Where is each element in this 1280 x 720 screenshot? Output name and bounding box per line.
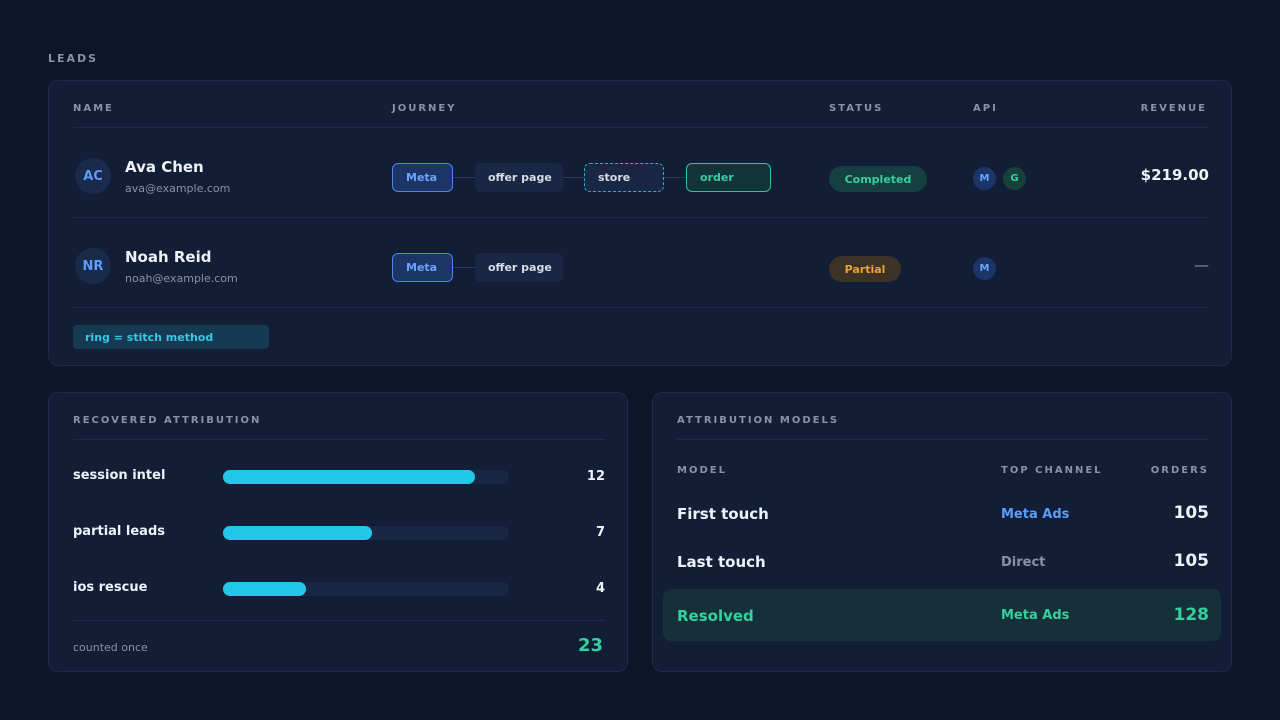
model-row-last-touch[interactable]: Last touch Direct 105 (663, 541, 1221, 593)
column-header-model[interactable]: MODEL (677, 465, 727, 476)
lead-name: Noah Reid (125, 248, 212, 266)
column-header-journey[interactable]: JOURNEY (392, 103, 456, 114)
journey-step-meta[interactable]: Meta (392, 253, 453, 282)
bar-track (223, 526, 509, 540)
revenue-value: — (1194, 256, 1209, 274)
bar-fill (223, 470, 475, 484)
lead-email: noah@example.com (125, 272, 238, 285)
recovered-attribution-card: RECOVERED ATTRIBUTION session intel 12 p… (48, 392, 628, 672)
api-badge-meta: M (973, 167, 996, 190)
orders-count: 105 (1173, 551, 1210, 571)
bar-track (223, 582, 509, 596)
bar-track (223, 470, 509, 484)
bar-value: 12 (586, 469, 605, 484)
bar-fill (223, 582, 306, 596)
recovered-total: 23 (577, 635, 603, 656)
top-channel: Meta Ads (1001, 507, 1070, 522)
status-badge: Partial (829, 256, 901, 282)
top-channel: Direct (1001, 555, 1046, 570)
attribution-models-card: ATTRIBUTION MODELS MODEL TOP CHANNEL ORD… (652, 392, 1232, 672)
recovered-attribution-title: RECOVERED ATTRIBUTION (73, 415, 262, 426)
leads-section-title: LEADS (48, 52, 99, 65)
model-name: Resolved (677, 607, 754, 625)
bar-value: 4 (595, 581, 605, 596)
column-header-api[interactable]: API (973, 103, 998, 114)
api-badge-google: G (1003, 167, 1026, 190)
footer-divider (73, 620, 605, 621)
title-divider (73, 439, 605, 440)
table-row[interactable]: AC Ava Chen ava@example.com Meta offer p… (73, 128, 1209, 218)
bar-fill (223, 526, 372, 540)
journey-step-meta[interactable]: Meta (392, 163, 453, 192)
attribution-bar-row: partial leads 7 (73, 524, 605, 544)
avatar: NR (75, 248, 111, 284)
attribution-bar-row: ios rescue 4 (73, 580, 605, 600)
column-header-name[interactable]: NAME (73, 103, 114, 114)
lead-email: ava@example.com (125, 182, 231, 195)
column-header-top-channel[interactable]: TOP CHANNEL (1001, 465, 1103, 476)
attribution-bar-row: session intel 12 (73, 468, 605, 488)
journey-step-offer-page[interactable]: offer page (475, 253, 563, 282)
top-channel: Meta Ads (1001, 608, 1070, 623)
bar-value: 7 (595, 525, 605, 540)
title-divider (677, 439, 1209, 440)
bar-label: partial leads (73, 524, 166, 539)
model-row-first-touch[interactable]: First touch Meta Ads 105 (663, 493, 1221, 545)
orders-count: 105 (1173, 503, 1210, 523)
journey-step-order[interactable]: order (686, 163, 771, 192)
api-badge-meta: M (973, 257, 996, 280)
model-name: First touch (677, 505, 769, 523)
attribution-models-title: ATTRIBUTION MODELS (677, 415, 840, 426)
column-header-revenue[interactable]: REVENUE (1141, 103, 1207, 114)
lead-name: Ava Chen (125, 158, 204, 176)
row-divider (73, 307, 1209, 308)
avatar: AC (75, 158, 111, 194)
counted-once-label: counted once (73, 641, 148, 654)
column-header-status[interactable]: STATUS (829, 103, 883, 114)
journey-step-store[interactable]: store (584, 163, 664, 192)
revenue-value: $219.00 (1140, 166, 1209, 184)
column-header-orders[interactable]: ORDERS (1151, 465, 1209, 476)
status-badge: Completed (829, 166, 927, 192)
bar-label: session intel (73, 468, 166, 483)
stitch-method-legend: ring = stitch method (73, 325, 269, 349)
journey-step-offer-page[interactable]: offer page (475, 163, 563, 192)
model-row-resolved[interactable]: Resolved Meta Ads 128 (663, 589, 1221, 641)
table-row[interactable]: NR Noah Reid noah@example.com Meta offer… (73, 218, 1209, 308)
bar-label: ios rescue (73, 580, 148, 595)
orders-count: 128 (1173, 605, 1210, 625)
leads-table-card: NAME JOURNEY STATUS API REVENUE AC Ava C… (48, 80, 1232, 366)
model-name: Last touch (677, 553, 766, 571)
